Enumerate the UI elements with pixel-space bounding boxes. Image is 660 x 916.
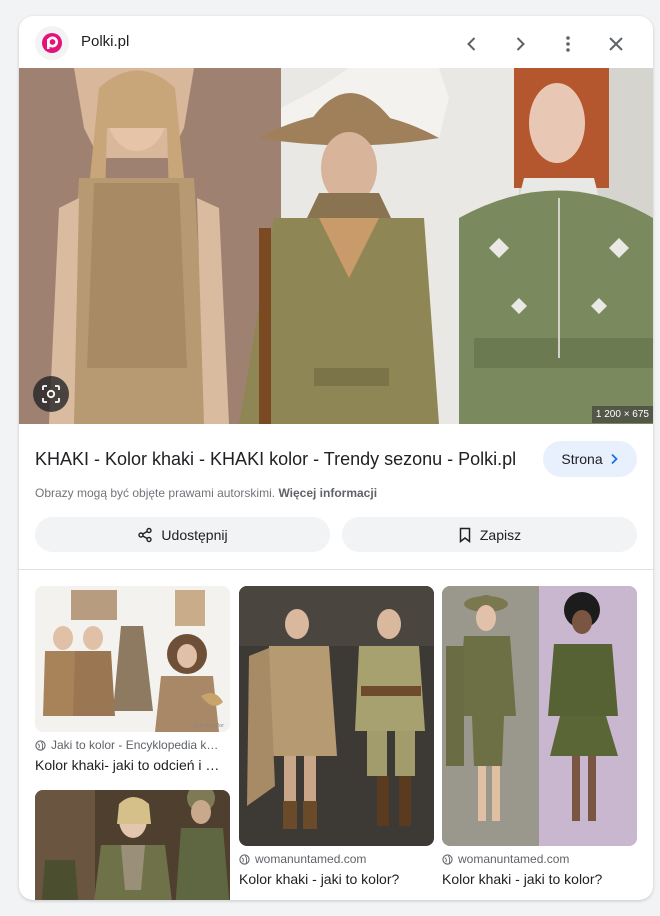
khaki-fashion-collage-image xyxy=(19,68,653,424)
bookmark-icon xyxy=(459,527,471,543)
visit-page-button[interactable]: Strona xyxy=(543,441,637,477)
related-source-1[interactable]: Jaki to kolor - Encyklopedia k… xyxy=(35,738,230,752)
globe-icon xyxy=(239,853,250,865)
related-caption-1[interactable]: Kolor khaki- jaki to odcień i … xyxy=(35,757,230,773)
site-name[interactable]: Polki.pl xyxy=(81,33,129,50)
site-logo[interactable] xyxy=(35,26,69,60)
save-label: Zapisz xyxy=(479,526,522,543)
save-button[interactable]: Zapisz xyxy=(342,517,637,552)
share-button[interactable]: Udostępnij xyxy=(35,517,330,552)
close-icon xyxy=(609,37,623,51)
more-info-link[interactable]: Więcej informacji xyxy=(278,486,377,500)
previous-button[interactable] xyxy=(456,28,488,60)
visit-page-label: Strona xyxy=(561,451,603,467)
chevron-right-icon xyxy=(516,37,525,51)
related-source-label: womanuntamed.com xyxy=(458,852,570,866)
related-image-1[interactable]: jaki to kolor xyxy=(35,586,230,732)
result-title[interactable]: KHAKI - Kolor khaki - KHAKI kolor - Tren… xyxy=(35,449,535,470)
image-preview-card: Polki.pl 1 200 × 675 KHAKI - Kolor khaki… xyxy=(19,16,653,900)
khaki-collage-thumbnail: jaki to kolor xyxy=(35,586,230,732)
related-source-label: Jaki to kolor - Encyklopedia k… xyxy=(51,738,219,752)
related-source-label: womanuntamed.com xyxy=(255,852,367,866)
share-icon xyxy=(138,527,153,542)
khaki-runway-thumbnail xyxy=(35,790,230,900)
main-image[interactable]: 1 200 × 675 xyxy=(19,68,653,424)
related-image-4[interactable] xyxy=(35,790,230,900)
polki-logo-icon xyxy=(42,33,62,53)
image-dimensions: 1 200 × 675 xyxy=(591,406,653,423)
related-source-2[interactable]: womanuntamed.com xyxy=(239,852,434,866)
google-lens-button[interactable] xyxy=(33,376,69,412)
safari-runway-thumbnail xyxy=(239,586,434,846)
preview-header: Polki.pl xyxy=(19,16,653,68)
more-vert-icon xyxy=(566,36,570,52)
copyright-notice: Obrazy mogą być objęte prawami autorskim… xyxy=(35,486,377,500)
copyright-text: Obrazy mogą być objęte prawami autorskim… xyxy=(35,486,276,500)
related-caption-3[interactable]: Kolor khaki - jaki to kolor? xyxy=(442,871,637,887)
chevron-right-icon xyxy=(610,453,618,465)
globe-icon xyxy=(35,739,46,751)
more-options-button[interactable] xyxy=(552,28,584,60)
related-caption-2[interactable]: Kolor khaki - jaki to kolor? xyxy=(239,871,434,887)
section-divider xyxy=(19,569,653,570)
close-button[interactable] xyxy=(600,28,632,60)
chevron-left-icon xyxy=(467,37,476,51)
related-image-3[interactable] xyxy=(442,586,637,846)
related-source-3[interactable]: womanuntamed.com xyxy=(442,852,637,866)
next-button[interactable] xyxy=(504,28,536,60)
lens-search-icon xyxy=(42,385,60,403)
share-label: Udostępnij xyxy=(161,526,228,543)
related-image-2[interactable] xyxy=(239,586,434,846)
khaki-outfits-thumbnail xyxy=(442,586,637,846)
globe-icon xyxy=(442,853,453,865)
svg-text:jaki to kolor: jaki to kolor xyxy=(194,723,225,729)
